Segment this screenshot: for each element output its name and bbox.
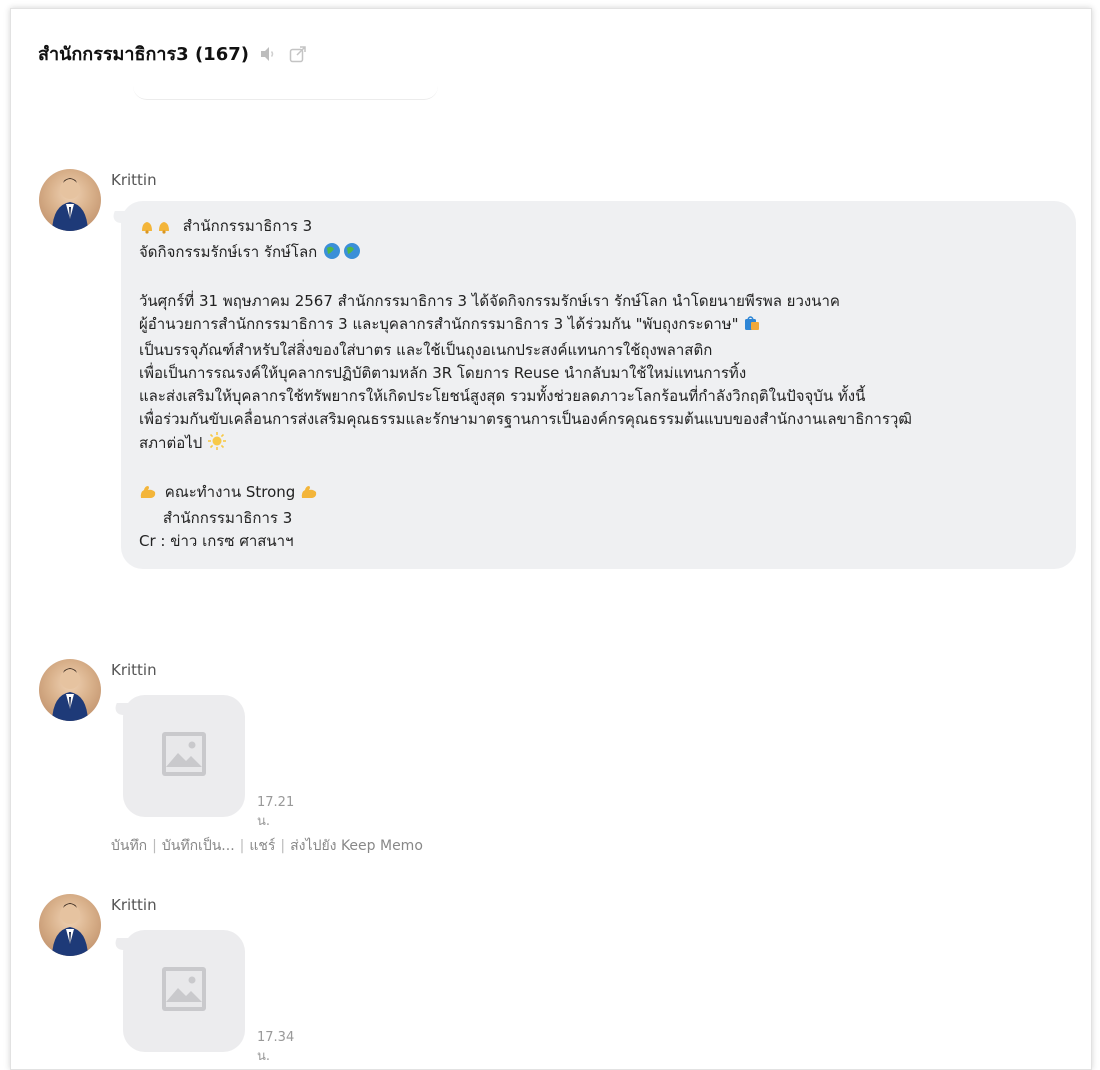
message-line: สำนักกรรมาธิการ 3 — [139, 215, 1058, 241]
message-line: ผู้อำนวยการสำนักกรรมาธิการ 3 และบุคลากรส… — [139, 313, 1058, 339]
avatar[interactable] — [39, 894, 101, 956]
sender-name: Krittin — [111, 661, 157, 679]
chat-header: สำนักกรรมาธิการ3 (167) — [38, 39, 309, 68]
image-message[interactable] — [123, 695, 245, 817]
chat-window: สำนักกรรมาธิการ3 (167) Krittin สำนักกรรม… — [10, 8, 1092, 1070]
message-line: Cr : ข่าว เกรซ ศาสนาฯ — [139, 532, 294, 550]
message-line: เพื่อร่วมกันขับเคลื่อนการส่งเสริมคุณธรรม… — [139, 410, 912, 428]
popout-icon[interactable] — [287, 43, 309, 65]
speaker-muted-icon[interactable] — [257, 43, 279, 65]
message-line: คณะทำงาน Strong — [139, 481, 1058, 507]
save-as-action[interactable]: บันทึกเป็น... — [162, 838, 235, 854]
sender-name: Krittin — [111, 171, 157, 189]
save-action[interactable]: บันทึก — [111, 838, 147, 854]
message-line: สภาต่อไป — [139, 431, 1058, 458]
image-placeholder-icon — [161, 966, 207, 1016]
message-line: วันศุกร์ที่ 31 พฤษภาคม 2567 สำนักกรรมาธิ… — [139, 292, 840, 310]
message-line: สำนักกรรมาธิการ 3 — [139, 509, 293, 527]
timestamp: 17.21 น. — [257, 795, 295, 829]
shopping-bag-icon — [743, 314, 761, 339]
send-to-keep-memo-action[interactable]: ส่งไปยัง Keep Memo — [290, 838, 423, 854]
image-placeholder-icon — [161, 731, 207, 781]
bell-icon — [139, 218, 175, 241]
avatar[interactable] — [39, 169, 101, 231]
message-line: จัดกิจกรรมรักษ์เรา รักษ์โลก — [139, 241, 1058, 267]
previous-message-edge — [133, 79, 438, 100]
chat-title: สำนักกรรมาธิการ3 (167) — [38, 44, 249, 65]
globe-icon — [322, 242, 364, 267]
image-actions: บันทึก | บันทึกเป็น... | แชร์ | ส่งไปยัง Keep … — [111, 838, 423, 854]
message-line: เพื่อเป็นการรณรงค์ให้บุคลากรปฏิบัติตามหล… — [139, 364, 747, 382]
sender-name: Krittin — [111, 896, 157, 914]
message-line: เป็นบรรจุภัณฑ์สำหรับใส่สิ่งของใส่บาตร แล… — [139, 341, 713, 359]
avatar[interactable] — [39, 659, 101, 721]
flexed-biceps-icon — [139, 484, 157, 507]
image-message[interactable] — [123, 930, 245, 1052]
sun-icon — [207, 431, 227, 458]
message-line: และส่งเสริมให้บุคลากรใช้ทรัพยากรให้เกิดป… — [139, 387, 866, 405]
message-bubble[interactable]: สำนักกรรมาธิการ 3 จัดกิจกรรมรักษ์เรา รัก… — [121, 201, 1076, 569]
share-action[interactable]: แชร์ — [249, 838, 275, 854]
flexed-biceps-icon — [300, 484, 318, 507]
